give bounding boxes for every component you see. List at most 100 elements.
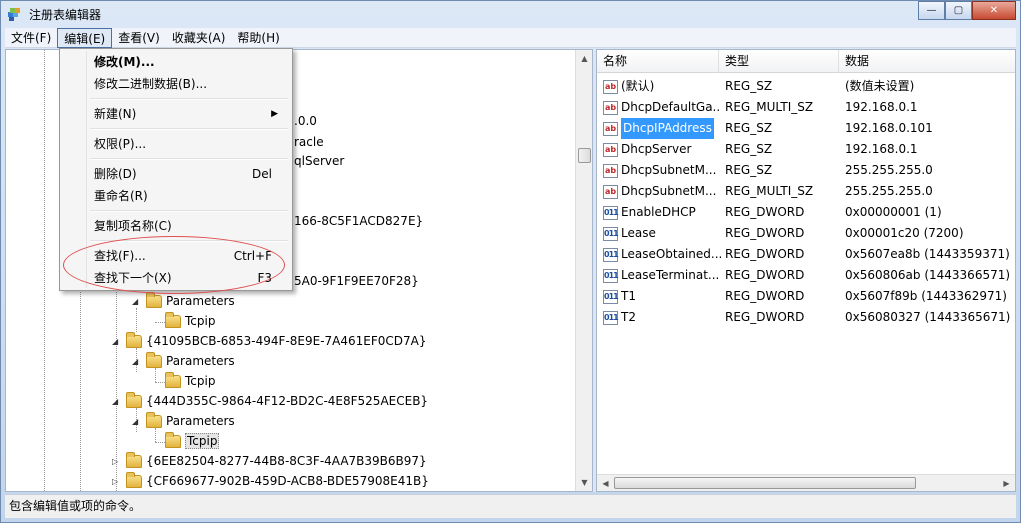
- value-row[interactable]: 011 LeaseObtained... REG_DWORD 0x5607ea8b (…: [597, 244, 1015, 265]
- value-row[interactable]: 011 EnableDHCP REG_DWORD 0x00000001 (1): [597, 202, 1015, 223]
- tree-item[interactable]: ◢ {41095BCB-6853-494F-8E9E-7A461EF0CD7A}: [112, 331, 427, 351]
- tree-item[interactable]: ▷ {CF669677-902B-459D-ACB8-BDE57908E41B}: [112, 471, 429, 491]
- column-header-name[interactable]: 名称: [597, 50, 719, 73]
- value-row[interactable]: ab DhcpSubnetM... REG_SZ 255.255.255.0: [597, 160, 1015, 181]
- window-controls: — ▢ ✕: [918, 1, 1016, 20]
- menu-item-label: 复制项名称(C): [94, 219, 172, 233]
- tree-line: [155, 322, 165, 323]
- column-header-data[interactable]: 数据: [839, 50, 1015, 73]
- scroll-thumb[interactable]: [578, 148, 591, 163]
- tree-item[interactable]: ◢ Parameters: [132, 351, 235, 371]
- menu-item-find[interactable]: 查找(F)... Ctrl+F: [62, 245, 290, 267]
- tree-item-partial[interactable]: qlServer: [294, 151, 344, 171]
- tree-item-partial[interactable]: 5A0-9F1F9EE70F28}: [294, 271, 419, 291]
- tree-item-label: Parameters: [166, 294, 235, 308]
- folder-icon: [126, 471, 142, 488]
- tree-item[interactable]: ◢ {444D355C-9864-4F12-BD2C-4E8F525AECEB}: [112, 391, 428, 411]
- menu-item-label: 删除(D): [94, 167, 137, 181]
- menu-view[interactable]: 查看(V): [112, 28, 166, 48]
- menu-item-rename[interactable]: 重命名(R): [62, 185, 290, 207]
- value-name-cell: 011 LeaseObtained...: [603, 244, 721, 265]
- menu-file[interactable]: 文件(F): [5, 28, 57, 48]
- tree-item-partial[interactable]: racle: [294, 132, 324, 152]
- expand-arrow-icon[interactable]: ▷: [112, 477, 121, 486]
- folder-icon: [146, 351, 162, 368]
- menu-favorites[interactable]: 收藏夹(A): [166, 28, 232, 48]
- edit-menu-dropdown: 修改(M)... 修改二进制数据(B)... 新建(N) ▶ 权限(P)... 删…: [59, 48, 293, 291]
- tree-item-label: Parameters: [166, 414, 235, 428]
- menu-item-delete[interactable]: 删除(D) Del: [62, 163, 290, 185]
- tree-item-selected[interactable]: Tcpip: [165, 431, 220, 451]
- tree-item-label: {41095BCB-6853-494F-8E9E-7A461EF0CD7A}: [146, 334, 427, 348]
- value-type: REG_MULTI_SZ: [725, 184, 814, 198]
- value-data: 192.168.0.1: [845, 142, 918, 156]
- value-row[interactable]: ab DhcpSubnetM... REG_MULTI_SZ 255.255.255.…: [597, 181, 1015, 202]
- menu-item-find-next[interactable]: 查找下一个(X) F3: [62, 267, 290, 289]
- value-type: REG_SZ: [725, 121, 773, 135]
- tree-item[interactable]: Tcpip: [165, 311, 215, 331]
- string-value-icon: ab: [603, 184, 618, 199]
- value-type: REG_SZ: [725, 142, 773, 156]
- value-data: 255.255.255.0: [845, 163, 933, 177]
- menu-item-copy-key-name[interactable]: 复制项名称(C): [62, 215, 290, 237]
- value-name: (默认): [621, 79, 655, 93]
- collapse-arrow-icon[interactable]: ◢: [132, 297, 141, 306]
- collapse-arrow-icon[interactable]: ◢: [112, 337, 121, 346]
- tree-item[interactable]: ◢ Parameters: [132, 411, 235, 431]
- minimize-button[interactable]: —: [918, 1, 945, 20]
- value-type: REG_SZ: [725, 163, 773, 177]
- menu-item-label: 权限(P)...: [94, 137, 147, 151]
- value-row[interactable]: 011 T1 REG_DWORD 0x5607f89b (1443362971): [597, 286, 1015, 307]
- value-type: REG_DWORD: [725, 226, 805, 240]
- folder-icon: [146, 291, 162, 308]
- tree-item-label: {444D355C-9864-4F12-BD2C-4E8F525AECEB}: [146, 394, 429, 408]
- value-row[interactable]: ab DhcpServer REG_SZ 192.168.0.1: [597, 139, 1015, 160]
- collapse-arrow-icon[interactable]: ◢: [132, 357, 141, 366]
- value-row[interactable]: ab DhcpDefaultGa... REG_MULTI_SZ 192.168.0.…: [597, 97, 1015, 118]
- expand-arrow-icon[interactable]: ▷: [112, 457, 121, 466]
- maximize-button[interactable]: ▢: [945, 1, 972, 20]
- value-row[interactable]: ab DhcpIPAddress REG_SZ 192.168.0.101: [597, 118, 1015, 139]
- tree-vertical-scrollbar[interactable]: ▲ ▼: [575, 50, 592, 491]
- scroll-up-arrow-icon[interactable]: ▲: [576, 50, 592, 67]
- column-header-type[interactable]: 类型: [719, 50, 839, 73]
- submenu-arrow-icon: ▶: [271, 109, 278, 119]
- registry-values-list[interactable]: 名称 类型 数据 ab (默认) REG_SZ (数值未设置) ab DhcpDefaul…: [596, 49, 1016, 492]
- tree-item[interactable]: Tcpip: [165, 371, 215, 391]
- value-row[interactable]: 011 Lease REG_DWORD 0x00001c20 (7200): [597, 223, 1015, 244]
- tree-item-partial[interactable]: 166-8C5F1ACD827E}: [294, 211, 423, 231]
- menu-separator: [90, 98, 288, 100]
- collapse-arrow-icon[interactable]: ◢: [132, 417, 141, 426]
- tree-item[interactable]: ◢ Parameters: [132, 291, 235, 311]
- folder-icon: [146, 411, 162, 428]
- value-name: DhcpDefaultGa...: [621, 100, 721, 114]
- value-row[interactable]: ab (默认) REG_SZ (数值未设置): [597, 76, 1015, 97]
- menu-item-new[interactable]: 新建(N) ▶: [62, 103, 290, 125]
- folder-icon: [126, 451, 142, 468]
- menu-shortcut: Ctrl+F: [233, 249, 272, 263]
- scroll-right-arrow-icon[interactable]: ▶: [998, 475, 1015, 491]
- tree-item[interactable]: ▷ {6EE82504-8277-44B8-8C3F-4AA7B39B6B97}: [112, 451, 427, 471]
- tree-line: [155, 442, 165, 443]
- menu-edit[interactable]: 编辑(E): [57, 28, 113, 48]
- menu-help[interactable]: 帮助(H): [231, 28, 285, 48]
- folder-icon: [165, 371, 181, 388]
- binary-value-icon: 011: [603, 289, 619, 304]
- menu-item-permissions[interactable]: 权限(P)...: [62, 133, 290, 155]
- menu-item-modify[interactable]: 修改(M)...: [62, 51, 290, 73]
- menu-item-label: 修改二进制数据(B)...: [94, 77, 208, 91]
- collapse-arrow-icon[interactable]: ◢: [112, 397, 121, 406]
- string-value-icon: ab: [603, 142, 618, 157]
- scroll-left-arrow-icon[interactable]: ◀: [597, 475, 614, 491]
- close-button[interactable]: ✕: [972, 1, 1016, 20]
- value-name-cell: 011 T1: [603, 286, 721, 307]
- value-row[interactable]: 011 LeaseTerminat... REG_DWORD 0x560806ab (…: [597, 265, 1015, 286]
- value-data: 0x5607ea8b (1443359371): [845, 247, 1010, 261]
- scroll-thumb[interactable]: [614, 477, 916, 489]
- tree-item-partial[interactable]: .0.0: [294, 111, 317, 131]
- folder-icon: [165, 431, 181, 448]
- menu-item-modify-binary[interactable]: 修改二进制数据(B)...: [62, 73, 290, 95]
- list-horizontal-scrollbar[interactable]: ◀ ▶: [597, 474, 1015, 491]
- value-row[interactable]: 011 T2 REG_DWORD 0x56080327 (1443365671): [597, 307, 1015, 328]
- scroll-down-arrow-icon[interactable]: ▼: [576, 474, 592, 491]
